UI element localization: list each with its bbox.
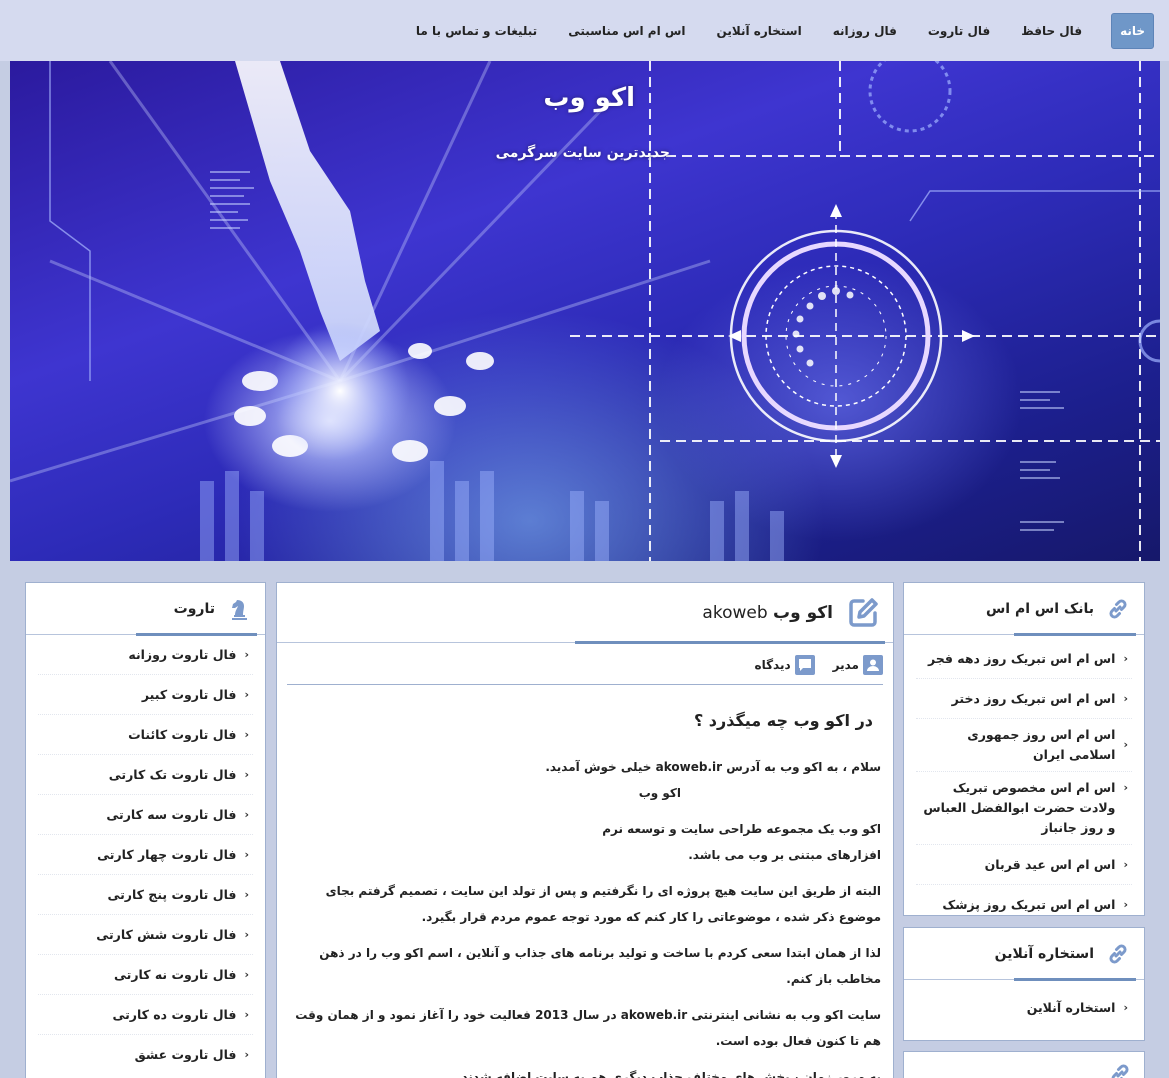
sms-bank-title: بانک اس ام اس bbox=[985, 600, 1094, 617]
chevron-left-icon: ‹ bbox=[244, 727, 249, 741]
site-title[interactable]: اکو وب bbox=[505, 83, 635, 113]
chevron-left-icon: ‹ bbox=[244, 887, 249, 901]
istikhara-item[interactable]: ‹ استخاره آنلاین bbox=[916, 988, 1132, 1028]
sms-item-fajr[interactable]: ‹ اس ام اس تبریک روز دهه فجر bbox=[916, 639, 1132, 679]
tarot-panel: تاروت ‹ فال تاروت روزانه ‹ فال تاروت کبیر … bbox=[25, 582, 266, 1078]
chevron-left-icon: ‹ bbox=[1123, 651, 1128, 665]
sms-bank-header: بانک اس ام اس bbox=[904, 583, 1144, 636]
sms-item-girl-day[interactable]: ‹ اس ام اس تبریک روز دختر bbox=[916, 679, 1132, 719]
chevron-left-icon: ‹ bbox=[244, 687, 249, 701]
article-paragraph: سایت اکو وب به نشانی اینترنتی akoweb.ir … bbox=[295, 1008, 881, 1048]
link-icon bbox=[1104, 595, 1132, 623]
user-icon bbox=[863, 654, 883, 675]
tarot-item-ten-card[interactable]: ‹ فال تاروت ده کارتی bbox=[38, 995, 253, 1035]
chevron-left-icon: ‹ bbox=[1123, 781, 1128, 794]
tarot-item-love[interactable]: ‹ فال تاروت عشق bbox=[38, 1035, 253, 1075]
article-header: اکو وب akoweb bbox=[277, 583, 893, 644]
sms-item-doctor[interactable]: ‹ اس ام اس تبریک روز پزشک bbox=[916, 885, 1132, 915]
tarot-item-five-card[interactable]: ‹ فال تاروت پنج کارتی bbox=[38, 875, 253, 915]
top-navigation: خانه فال حافظ فال تاروت فال روزانه استخا… bbox=[0, 0, 1169, 61]
hero-banner: اکو وب جدیدترین سایت سرگرمی bbox=[10, 61, 1160, 561]
article-paragraph: اکو وب یک مجموعه طراحی سایت و توسعه نرم … bbox=[602, 822, 881, 862]
article-paragraph: سلام ، به اکو وب به آدرس akoweb.ir خیلی … bbox=[545, 760, 881, 800]
article-meta: مدیر دیدگاه bbox=[287, 645, 883, 685]
nav-istikhara[interactable]: استخاره آنلاین bbox=[709, 15, 810, 47]
sms-item-abolfazl[interactable]: ‹ اس ام اس مخصوص تبریک ولادت حضرت ابوالفض… bbox=[916, 772, 1132, 845]
tarot-item-six-card[interactable]: ‹ فال تاروت شش کارتی bbox=[38, 915, 253, 955]
chevron-left-icon: ‹ bbox=[244, 767, 249, 781]
tarot-item-kabir[interactable]: ‹ فال تاروت کبیر bbox=[38, 675, 253, 715]
sms-bank-panel: بانک اس ام اس ‹ اس ام اس تبریک روز دهه فج… bbox=[903, 582, 1145, 916]
chevron-left-icon: ‹ bbox=[1123, 857, 1128, 871]
chevron-left-icon: ‹ bbox=[244, 927, 249, 941]
chevron-left-icon: ‹ bbox=[244, 1007, 249, 1021]
article-body: در اکو وب چه میگذرد ؟ سلام ، به اکو وب ب… bbox=[289, 703, 881, 1078]
tarot-item-kaenat[interactable]: ‹ فال تاروت کائنات bbox=[38, 715, 253, 755]
next-panel-partial bbox=[903, 1051, 1145, 1078]
tarot-list: ‹ فال تاروت روزانه ‹ فال تاروت کبیر ‹ فال ت… bbox=[26, 635, 265, 1075]
istikhara-list: ‹ استخاره آنلاین bbox=[904, 980, 1144, 1028]
link-icon bbox=[1108, 1062, 1132, 1078]
comment-icon bbox=[794, 654, 815, 675]
site-tagline: جدیدترین سایت سرگرمی bbox=[495, 145, 670, 161]
article-heading: در اکو وب چه میگذرد ؟ bbox=[693, 711, 873, 730]
chevron-left-icon: ‹ bbox=[244, 807, 249, 821]
chevron-left-icon: ‹ bbox=[244, 1048, 249, 1061]
tarot-item-four-card[interactable]: ‹ فال تاروت چهار کارتی bbox=[38, 835, 253, 875]
sms-bank-list: ‹ اس ام اس تبریک روز دهه فجر ‹ اس ام اس تب… bbox=[904, 635, 1144, 915]
chess-knight-icon bbox=[225, 595, 253, 623]
header-accent bbox=[575, 641, 885, 644]
header-accent bbox=[136, 633, 257, 636]
author-link[interactable]: مدیر bbox=[833, 654, 883, 675]
article-paragraph: لذا از همان ابتدا سعی کردم با ساخت و تول… bbox=[319, 946, 881, 986]
chevron-left-icon: ‹ bbox=[244, 967, 249, 981]
nav-daily[interactable]: فال روزانه bbox=[825, 15, 905, 47]
chevron-left-icon: ‹ bbox=[1123, 898, 1128, 911]
nav-hafez[interactable]: فال حافظ bbox=[1013, 15, 1090, 47]
chevron-left-icon: ‹ bbox=[244, 647, 249, 661]
sms-item-ghorban[interactable]: ‹ اس ام اس عید قربان bbox=[916, 845, 1132, 885]
article-paragraph: البته از طریق این سایت هیچ پروژه ای را ن… bbox=[325, 884, 881, 924]
article-panel: اکو وب akoweb مدیر دیدگاه در اکو وب چه م… bbox=[276, 582, 894, 1078]
header-accent bbox=[1014, 978, 1136, 981]
nav-contact[interactable]: تبلیغات و تماس با ما bbox=[408, 15, 545, 47]
nav-home[interactable]: خانه bbox=[1111, 12, 1154, 49]
header-accent bbox=[1014, 633, 1136, 636]
istikhara-panel: استخاره آنلاین ‹ استخاره آنلاین bbox=[903, 927, 1145, 1041]
istikhara-header: استخاره آنلاین bbox=[904, 928, 1144, 981]
chevron-left-icon: ‹ bbox=[244, 847, 249, 861]
chevron-left-icon: ‹ bbox=[1123, 738, 1128, 751]
tarot-item-daily[interactable]: ‹ فال تاروت روزانه bbox=[38, 635, 253, 675]
tarot-item-one-card[interactable]: ‹ فال تاروت تک کارتی bbox=[38, 755, 253, 795]
tarot-item-nine-card[interactable]: ‹ فال تاروت نه کارتی bbox=[38, 955, 253, 995]
nav-tarot[interactable]: فال تاروت bbox=[920, 15, 998, 47]
article-title[interactable]: اکو وب akoweb bbox=[702, 603, 833, 623]
tarot-header: تاروت bbox=[26, 583, 265, 636]
istikhara-title: استخاره آنلاین bbox=[994, 945, 1094, 962]
sms-item-republic[interactable]: ‹ اس ام اس روز جمهوری اسلامی ایران bbox=[916, 719, 1132, 772]
nav-sms[interactable]: اس ام اس مناسبتی bbox=[560, 15, 693, 47]
tarot-title: تاروت bbox=[173, 600, 215, 617]
edit-icon bbox=[845, 595, 881, 631]
comments-link[interactable]: دیدگاه bbox=[754, 654, 815, 675]
hero-artwork bbox=[10, 61, 1160, 561]
chevron-left-icon: ‹ bbox=[1123, 691, 1128, 705]
link-icon bbox=[1104, 940, 1132, 968]
article-paragraph: به مرور زمان ، بخش های مختلف جذاب دیگری … bbox=[456, 1070, 881, 1078]
chevron-left-icon: ‹ bbox=[1123, 1001, 1128, 1014]
tarot-item-three-card[interactable]: ‹ فال تاروت سه کارتی bbox=[38, 795, 253, 835]
